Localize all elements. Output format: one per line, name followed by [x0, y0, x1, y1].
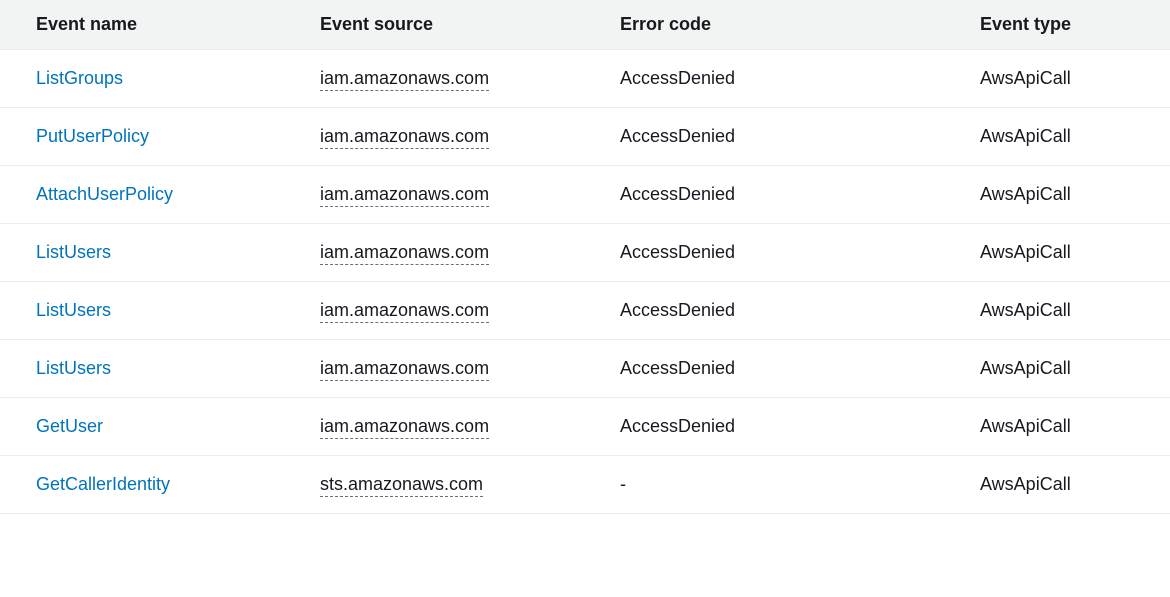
event-name-link[interactable]: ListUsers: [36, 300, 111, 320]
cell-event-name: AttachUserPolicy: [0, 184, 300, 205]
event-name-link[interactable]: ListGroups: [36, 68, 123, 88]
table-row: GetCallerIdentity sts.amazonaws.com - AwsAp…: [0, 456, 1170, 514]
cell-error-code: AccessDenied: [600, 300, 960, 321]
event-name-link[interactable]: ListUsers: [36, 242, 111, 262]
event-type-text: AwsApiCall: [980, 416, 1071, 436]
cell-event-source: iam.amazonaws.com: [300, 126, 600, 147]
cell-event-type: AwsApiCall: [960, 242, 1170, 263]
cell-error-code: AccessDenied: [600, 416, 960, 437]
error-code-text: AccessDenied: [620, 242, 735, 262]
cell-event-source: iam.amazonaws.com: [300, 300, 600, 321]
error-code-text: AccessDenied: [620, 68, 735, 88]
error-code-text: AccessDenied: [620, 416, 735, 436]
cell-error-code: AccessDenied: [600, 358, 960, 379]
table-row: GetUser iam.amazonaws.com AccessDenied AwsA…: [0, 398, 1170, 456]
events-table: Event name Event source Error code Event…: [0, 0, 1170, 514]
header-error-code[interactable]: Error code: [600, 14, 960, 35]
header-event-source[interactable]: Event source: [300, 14, 600, 35]
cell-error-code: AccessDenied: [600, 68, 960, 89]
cell-error-code: -: [600, 474, 960, 495]
event-source-text[interactable]: iam.amazonaws.com: [320, 358, 489, 381]
table-row: ListUsers iam.amazonaws.com AccessDenied Aw…: [0, 224, 1170, 282]
event-name-link[interactable]: GetUser: [36, 416, 103, 436]
header-event-name[interactable]: Event name: [0, 14, 300, 35]
event-name-link[interactable]: PutUserPolicy: [36, 126, 149, 146]
cell-event-source: iam.amazonaws.com: [300, 358, 600, 379]
error-code-text: AccessDenied: [620, 358, 735, 378]
cell-error-code: AccessDenied: [600, 126, 960, 147]
header-event-type[interactable]: Event type: [960, 14, 1170, 35]
cell-event-source: iam.amazonaws.com: [300, 68, 600, 89]
event-type-text: AwsApiCall: [980, 184, 1071, 204]
table-header-row: Event name Event source Error code Event…: [0, 0, 1170, 50]
table-body: ListGroupsiam.amazonaws.comAccessDeniedA…: [0, 50, 1170, 514]
event-name-link[interactable]: AttachUserPolicy: [36, 184, 173, 204]
table-row: PutUserPolicy iam.amazonaws.com AccessDeni…: [0, 108, 1170, 166]
cell-event-type: AwsApiCall: [960, 474, 1170, 495]
cell-event-type: AwsApiCall: [960, 358, 1170, 379]
cell-event-name: ListUsers: [0, 242, 300, 263]
event-source-text[interactable]: iam.amazonaws.com: [320, 184, 489, 207]
cell-event-name: ListUsers: [0, 300, 300, 321]
cell-event-type: AwsApiCall: [960, 300, 1170, 321]
event-type-text: AwsApiCall: [980, 474, 1071, 494]
error-code-text: AccessDenied: [620, 184, 735, 204]
table-row: ListUsers iam.amazonaws.com AccessDenied Aw…: [0, 282, 1170, 340]
event-type-text: AwsApiCall: [980, 300, 1071, 320]
cell-error-code: AccessDenied: [600, 184, 960, 205]
cell-event-source: iam.amazonaws.com: [300, 416, 600, 437]
event-name-link[interactable]: GetCallerIdentity: [36, 474, 170, 494]
cell-event-type: AwsApiCall: [960, 184, 1170, 205]
cell-event-name: GetUser: [0, 416, 300, 437]
table-row: AttachUserPolicy iam.amazonaws.com AccessD…: [0, 166, 1170, 224]
error-code-text: AccessDenied: [620, 300, 735, 320]
event-source-text[interactable]: iam.amazonaws.com: [320, 68, 489, 91]
cell-event-name: PutUserPolicy: [0, 126, 300, 147]
event-type-text: AwsApiCall: [980, 68, 1071, 88]
event-source-text[interactable]: iam.amazonaws.com: [320, 126, 489, 149]
error-code-text: AccessDenied: [620, 126, 735, 146]
event-source-text[interactable]: iam.amazonaws.com: [320, 416, 489, 439]
cell-event-source: sts.amazonaws.com: [300, 474, 600, 495]
cell-event-name: ListUsers: [0, 358, 300, 379]
cell-event-type: AwsApiCall: [960, 416, 1170, 437]
event-type-text: AwsApiCall: [980, 242, 1071, 262]
cell-event-name: GetCallerIdentity: [0, 474, 300, 495]
table-row: ListGroups iam.amazonaws.com AccessDenied A…: [0, 50, 1170, 108]
event-source-text[interactable]: iam.amazonaws.com: [320, 242, 489, 265]
event-type-text: AwsApiCall: [980, 358, 1071, 378]
cell-event-type: AwsApiCall: [960, 68, 1170, 89]
cell-event-source: iam.amazonaws.com: [300, 242, 600, 263]
cell-error-code: AccessDenied: [600, 242, 960, 263]
event-type-text: AwsApiCall: [980, 126, 1071, 146]
cell-event-source: iam.amazonaws.com: [300, 184, 600, 205]
table-row: ListUsers iam.amazonaws.com AccessDenied Aw…: [0, 340, 1170, 398]
event-source-text[interactable]: sts.amazonaws.com: [320, 474, 483, 497]
event-name-link[interactable]: ListUsers: [36, 358, 111, 378]
error-code-text: -: [620, 474, 626, 494]
event-source-text[interactable]: iam.amazonaws.com: [320, 300, 489, 323]
cell-event-type: AwsApiCall: [960, 126, 1170, 147]
cell-event-name: ListGroups: [0, 68, 300, 89]
